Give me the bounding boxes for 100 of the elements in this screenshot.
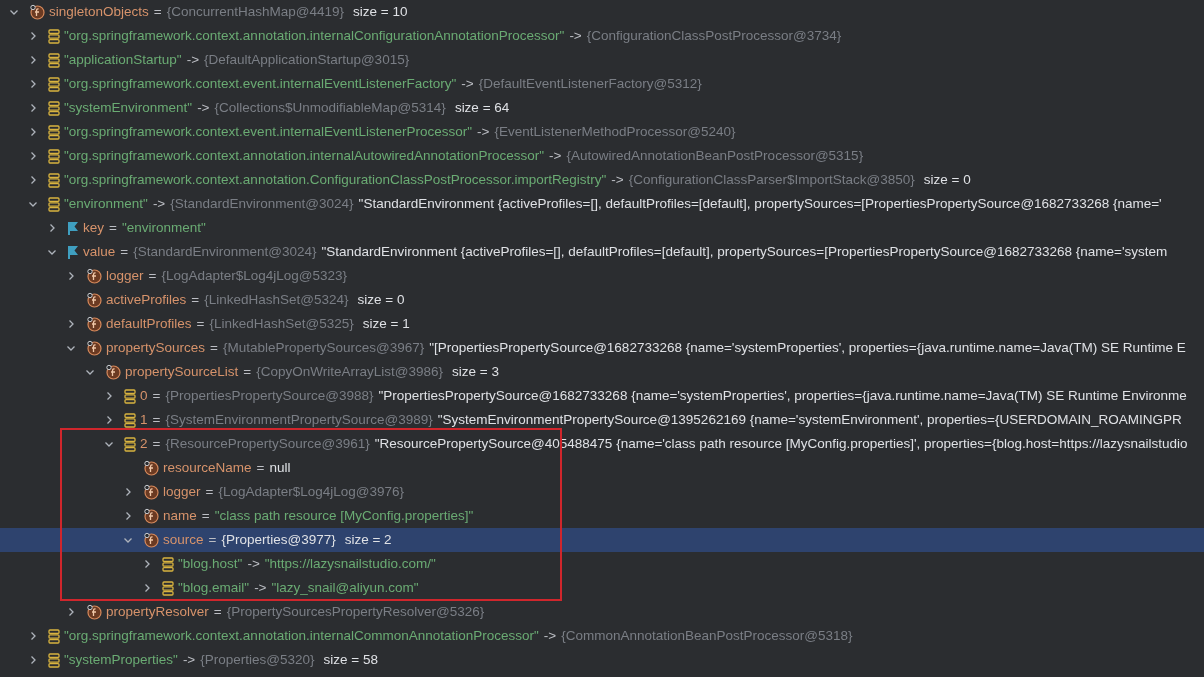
tree-row[interactable]: "org.springframework.context.event.internalEventListenerFactory" -> {DefaultEventListenerFactory@5312} — [0, 72, 1204, 96]
operator: = — [191, 290, 200, 309]
tree-row[interactable]: logger = {LogAdapter$Log4jLog@5323} — [0, 264, 1204, 288]
entry-icon — [124, 436, 136, 452]
field-icon — [86, 604, 102, 620]
value-text: "StandardEnvironment {activeProfiles=[], defaultProfiles=[default], propertySources=[PropertiesPropertySource@1682733268 {name=' — [358, 194, 1162, 213]
tree-row[interactable]: "org.springframework.context.annotation.internalAutowiredAnnotationProcessor" -> {AutowiredAnnotationBeanPostProcessor@5315} — [0, 144, 1204, 168]
expand-chevron-icon[interactable] — [123, 487, 133, 497]
collapse-chevron-icon[interactable] — [85, 367, 95, 377]
flag-icon — [67, 221, 79, 235]
entry-icon — [162, 580, 174, 596]
expand-chevron-icon[interactable] — [28, 175, 38, 185]
tree-row[interactable]: "org.springframework.context.event.internalEventListenerProcessor" -> {EventListenerMethodProcessor@5240} — [0, 120, 1204, 144]
variable-name: singletonObjects — [49, 2, 149, 21]
variable-name: source — [163, 530, 204, 549]
size-label: size = 58 — [323, 650, 378, 669]
tree-row[interactable]: "blog.host" -> "https://lazysnailstudio.com/" — [0, 552, 1204, 576]
expand-chevron-icon[interactable] — [66, 319, 76, 329]
value-text: null — [269, 458, 291, 477]
expand-chevron-icon[interactable] — [47, 223, 57, 233]
collapse-chevron-icon[interactable] — [66, 343, 76, 353]
tree-row[interactable]: logger = {LogAdapter$Log4jLog@3976} — [0, 480, 1204, 504]
type-label: {StandardEnvironment@3024} — [170, 194, 354, 213]
entry-icon — [162, 556, 174, 572]
variable-name: "org.springframework.context.annotation.internalConfigurationAnnotationProcessor" — [64, 26, 565, 45]
collapse-chevron-icon[interactable] — [47, 247, 57, 257]
tree-row[interactable]: name = "class path resource [MyConfig.properties]" — [0, 504, 1204, 528]
field-icon — [86, 316, 102, 332]
variable-name: propertySourceList — [125, 362, 239, 381]
expand-chevron-icon[interactable] — [123, 511, 133, 521]
expand-chevron-icon[interactable] — [104, 415, 114, 425]
tree-row[interactable]: propertyResolver = {PropertySourcesPropertyResolver@5326} — [0, 600, 1204, 624]
operator: = — [213, 602, 222, 621]
collapse-chevron-icon[interactable] — [28, 199, 38, 209]
tree-row[interactable]: "environment" -> {StandardEnvironment@3024} "StandardEnvironment {activeProfiles=[], defaultProfiles=[default], propertySources=[PropertiesPropertySource@1682733268 {name=' — [0, 192, 1204, 216]
tree-row[interactable]: "systemProperties" -> {Properties@5320} size = 58 — [0, 648, 1204, 672]
expand-chevron-icon[interactable] — [28, 79, 38, 89]
type-label: {ConfigurationClassPostProcessor@3734} — [586, 26, 842, 45]
type-label: {MutablePropertySources@3967} — [222, 338, 425, 357]
operator: -> — [247, 554, 260, 573]
type-label: {CopyOnWriteArrayList@3986} — [256, 362, 443, 381]
tree-row[interactable]: "org.springframework.context.annotation.internalConfigurationAnnotationProcessor" -> {ConfigurationClassPostProcessor@3734} — [0, 24, 1204, 48]
expand-chevron-icon[interactable] — [142, 559, 152, 569]
expand-chevron-icon[interactable] — [104, 391, 114, 401]
expand-chevron-icon[interactable] — [28, 31, 38, 41]
collapse-chevron-icon[interactable] — [9, 7, 19, 17]
operator: -> — [461, 74, 474, 93]
expand-chevron-icon[interactable] — [28, 55, 38, 65]
tree-row[interactable]: singletonObjects = {ConcurrentHashMap@4419} size = 10 — [0, 0, 1204, 24]
operator: -> — [569, 26, 582, 45]
tree-row[interactable]: "blog.email" -> "lazy_snail@aliyun.com" — [0, 576, 1204, 600]
tree-row[interactable]: defaultProfiles = {LinkedHashSet@5325} size = 1 — [0, 312, 1204, 336]
type-label: {StandardEnvironment@3024} — [133, 242, 317, 261]
expand-chevron-icon[interactable] — [28, 127, 38, 137]
size-label: size = 3 — [452, 362, 499, 381]
operator: = — [148, 266, 157, 285]
field-icon — [86, 268, 102, 284]
expand-chevron-icon[interactable] — [66, 607, 76, 617]
operator: = — [210, 338, 218, 357]
expand-chevron-icon[interactable] — [28, 103, 38, 113]
field-icon — [143, 460, 159, 476]
entry-icon — [48, 148, 60, 164]
operator: = — [208, 530, 217, 549]
tree-row[interactable]: 1 = {SystemEnvironmentPropertySource@3989} "SystemEnvironmentPropertySource@1395262169 {name='systemEnvironment', properties={USERDOMAIN_ROAMINGPR — [0, 408, 1204, 432]
value-text: "PropertiesPropertySource@1682733268 {name='systemProperties', properties={java.runtime.name=Java(TM) SE Runtime Environme — [378, 386, 1187, 405]
variable-name: "blog.host" — [178, 554, 243, 573]
operator: -> — [543, 626, 557, 645]
tree-row[interactable]: activeProfiles = {LinkedHashSet@5324} size = 0 — [0, 288, 1204, 312]
variable-name: name — [163, 506, 197, 525]
value-text: "environment" — [121, 218, 206, 237]
expand-chevron-icon[interactable] — [66, 271, 76, 281]
size-label: size = 0 — [923, 170, 971, 189]
type-label: {PropertySourcesPropertyResolver@5326} — [226, 602, 485, 621]
tree-row[interactable]: propertySources = {MutablePropertySources@3967} "[PropertiesPropertySource@1682733268 {name='systemProperties', properties={java.runtime.name=Java(TM) SE Runtime E — [0, 336, 1204, 360]
field-icon — [86, 340, 102, 356]
tree-row[interactable]: 0 = {PropertiesPropertySource@3988} "PropertiesPropertySource@1682733268 {name='systemProperties', properties={java.runtime.name=Java(TM) SE Runtime Environme — [0, 384, 1204, 408]
tree-row[interactable]: "systemEnvironment" -> {Collections$UnmodifiableMap@5314} size = 64 — [0, 96, 1204, 120]
expand-chevron-icon[interactable] — [28, 655, 38, 665]
operator: = — [205, 482, 214, 501]
expand-chevron-icon[interactable] — [28, 151, 38, 161]
tree-row[interactable]: "org.springframework.context.annotation.internalCommonAnnotationProcessor" -> {CommonAnnotationBeanPostProcessor@5318} — [0, 624, 1204, 648]
tree-row[interactable]: "org.springframework.context.annotation.ConfigurationClassPostProcessor.importRegistry" -> {ConfigurationClassParser$ImportStack@3850} size = 0 — [0, 168, 1204, 192]
tree-row[interactable]: source = {Properties@3977} size = 2 — [0, 528, 1204, 552]
operator: = — [196, 314, 205, 333]
collapse-chevron-icon[interactable] — [104, 439, 114, 449]
entry-icon — [48, 196, 60, 212]
tree-row[interactable]: propertySourceList = {CopyOnWriteArrayList@3986} size = 3 — [0, 360, 1204, 384]
tree-row[interactable]: key = "environment" — [0, 216, 1204, 240]
type-label: {LogAdapter$Log4jLog@5323} — [161, 266, 348, 285]
entry-icon — [48, 172, 60, 188]
size-label: size = 0 — [357, 290, 405, 309]
expand-chevron-icon[interactable] — [28, 631, 38, 641]
variable-name: "applicationStartup" — [64, 50, 182, 69]
tree-row[interactable]: "applicationStartup" -> {DefaultApplicationStartup@3015} — [0, 48, 1204, 72]
entry-icon — [48, 652, 60, 668]
tree-row[interactable]: resourceName = null — [0, 456, 1204, 480]
tree-row[interactable]: value = {StandardEnvironment@3024} "StandardEnvironment {activeProfiles=[], defaultProfiles=[default], propertySources=[PropertiesPropertySource@1682733268 {name='system — [0, 240, 1204, 264]
expand-chevron-icon[interactable] — [142, 583, 152, 593]
collapse-chevron-icon[interactable] — [123, 535, 133, 545]
type-label: {Properties@5320} — [200, 650, 315, 669]
